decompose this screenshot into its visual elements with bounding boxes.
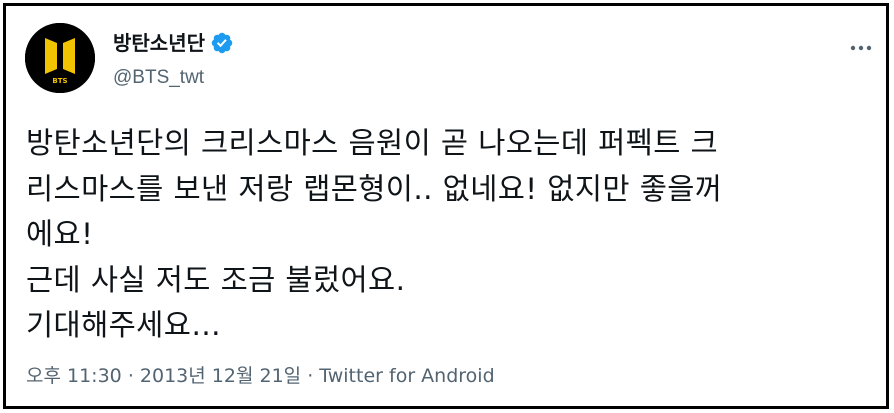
tweet-text-line: 리스마스를 보낸 저랑 랩몬형이.. 없네요! 없지만 좋을꺼 xyxy=(26,171,723,206)
tweet-card: BTS 방탄소년단 @BTS_twt 방탄소년단의 크리스마스 음원이 곧 나오… xyxy=(3,3,889,409)
tweet-text: 방탄소년단의 크리스마스 음원이 곧 나오는데 퍼펙트 크 리스마스를 보낸 저… xyxy=(26,121,881,349)
tweet-timestamp-link[interactable]: 오후 11:30 · 2013년 12월 21일 xyxy=(26,365,301,387)
tweet-metadata: 오후 11:30 · 2013년 12월 21일 · Twitter for A… xyxy=(26,362,495,390)
verified-badge-icon xyxy=(210,31,234,55)
avatar-logo-text: BTS xyxy=(52,77,67,85)
bts-logo-icon: BTS xyxy=(25,23,95,93)
tweet-source-link[interactable]: Twitter for Android xyxy=(319,365,494,387)
display-name-row[interactable]: 방탄소년단 xyxy=(113,29,234,57)
user-handle[interactable]: @BTS_twt xyxy=(113,66,204,90)
tweet-text-line: 근데 사실 저도 조금 불렀어요. xyxy=(26,262,406,297)
more-horizontal-icon[interactable] xyxy=(846,38,876,58)
tweet-text-line: 에요! xyxy=(26,217,94,251)
avatar[interactable]: BTS xyxy=(25,23,95,93)
tweet-time: 오후 11:30 xyxy=(26,365,122,387)
meta-separator: · xyxy=(307,365,314,387)
meta-separator: · xyxy=(127,365,134,387)
tweet-text-line: 기대해주세요… xyxy=(26,308,222,342)
tweet-text-line: 방탄소년단의 크리스마스 음원이 곧 나오는데 퍼펙트 크 xyxy=(26,126,719,160)
tweet-date: 2013년 12월 21일 xyxy=(139,365,302,387)
display-name[interactable]: 방탄소년단 xyxy=(113,29,205,57)
